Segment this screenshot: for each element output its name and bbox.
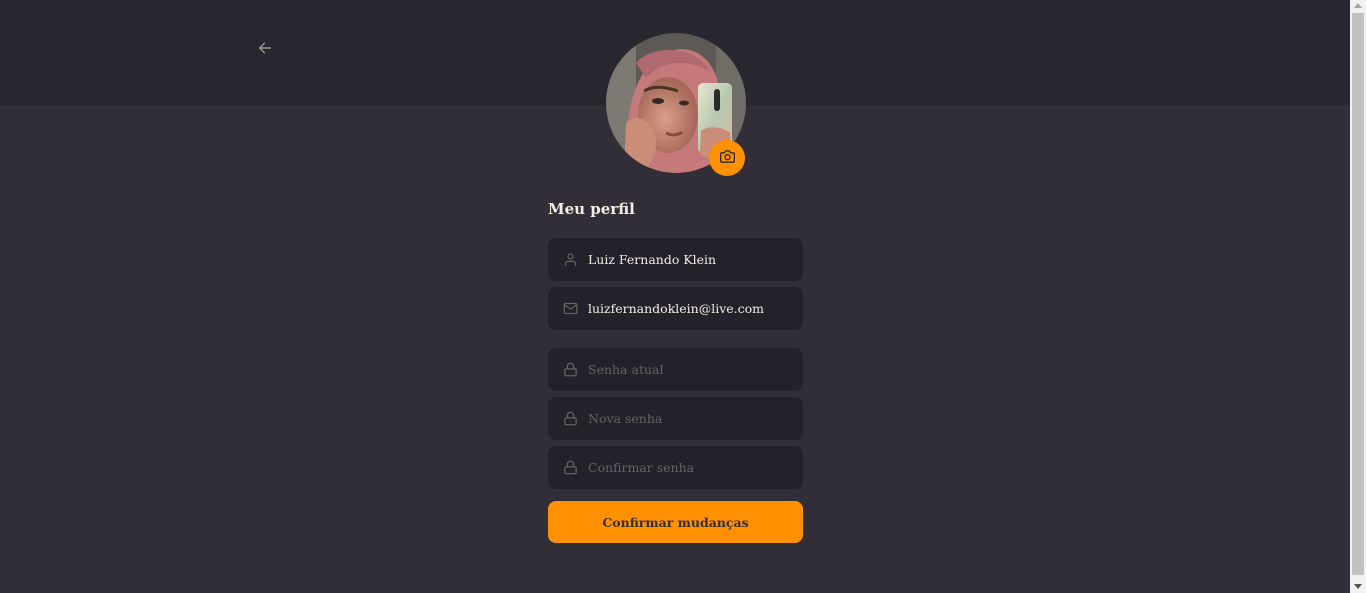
current-password-field[interactable] xyxy=(548,348,803,391)
profile-page: Meu perfil Luiz Fernando Klein luizferna… xyxy=(0,0,1366,593)
current-password-input[interactable] xyxy=(588,362,788,377)
scroll-up-icon[interactable] xyxy=(1354,3,1362,8)
email-field[interactable] xyxy=(548,287,803,330)
back-button[interactable] xyxy=(254,39,276,61)
lock-icon xyxy=(562,411,578,427)
camera-icon xyxy=(719,149,735,168)
confirm-changes-button[interactable]: Confirmar mudanças xyxy=(548,501,803,543)
new-password-input[interactable] xyxy=(588,411,788,426)
change-avatar-button[interactable] xyxy=(709,140,745,176)
lock-icon xyxy=(562,460,578,476)
name-input[interactable] xyxy=(588,252,788,267)
new-password-field[interactable] xyxy=(548,397,803,440)
scrollbar[interactable] xyxy=(1350,0,1366,593)
user-icon xyxy=(562,252,578,268)
scrollbar-thumb[interactable] xyxy=(1352,13,1364,575)
confirm-password-input[interactable] xyxy=(588,460,788,475)
email-input[interactable] xyxy=(588,301,788,316)
name-field[interactable] xyxy=(548,238,803,281)
mail-icon xyxy=(562,301,578,317)
scroll-down-icon[interactable] xyxy=(1354,584,1362,589)
arrow-left-icon xyxy=(257,40,273,60)
page-title: Meu perfil xyxy=(548,200,635,218)
avatar-container xyxy=(606,33,746,176)
lock-icon xyxy=(562,362,578,378)
confirm-password-field[interactable] xyxy=(548,446,803,489)
